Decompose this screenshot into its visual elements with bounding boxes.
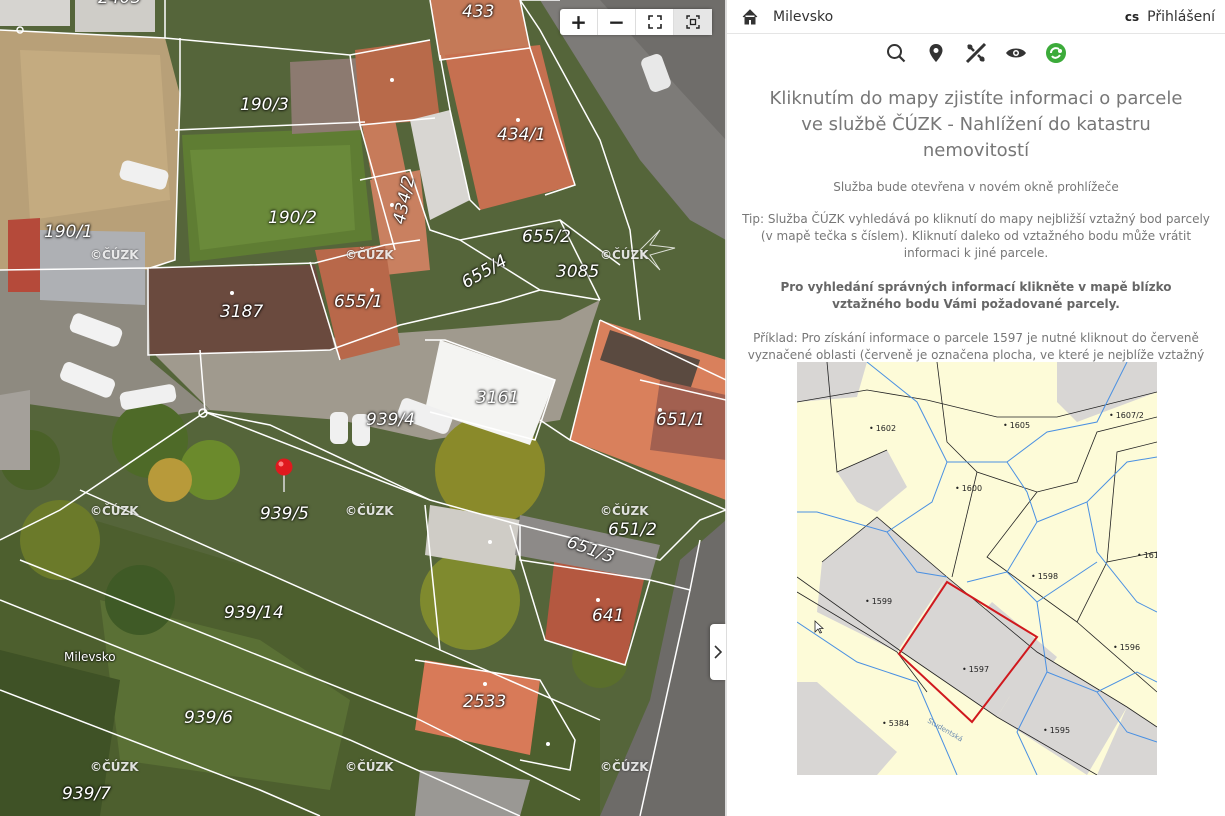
- parcel-label: 939/7: [62, 784, 111, 804]
- parcel-point: 1596: [1113, 643, 1140, 652]
- parcel-point: 1607/2: [1109, 411, 1144, 420]
- map-view[interactable]: 2405 433 190/3 434/1 190/2 434/2 190/1 6…: [0, 0, 726, 816]
- parcel-label: 651/1: [656, 410, 705, 430]
- tool-icons: [727, 42, 1225, 66]
- parcel-point: 1602: [869, 424, 896, 433]
- collapse-panel-button[interactable]: [710, 624, 726, 680]
- panel-header: Milevsko cs Přihlášení: [727, 0, 1225, 34]
- parcel-label: 190/3: [240, 95, 289, 115]
- map-marker-icon[interactable]: [274, 456, 294, 496]
- cuzk-watermark: ©ČÚZK: [90, 760, 139, 774]
- aerial-imagery: [0, 0, 726, 816]
- cuzk-tool[interactable]: [1045, 42, 1067, 64]
- cuzk-watermark: ©ČÚZK: [345, 504, 394, 518]
- parcel-label: 641: [592, 606, 625, 626]
- parcel-label: 190/1: [44, 222, 93, 242]
- parcel-label: 3187: [220, 302, 264, 322]
- login-link[interactable]: Přihlášení: [1147, 9, 1215, 25]
- cuzk-watermark: ©ČÚZK: [345, 248, 394, 262]
- parcel-point: 161: [1137, 551, 1157, 560]
- example-map-drawing: Studentská: [797, 362, 1157, 775]
- search-icon: [887, 44, 906, 63]
- parcel-label: 651/2: [608, 520, 657, 540]
- town-label: Milevsko: [64, 650, 116, 664]
- cuzk-watermark: ©ČÚZK: [600, 760, 649, 774]
- parcel-point: 1599: [865, 597, 892, 606]
- cuzk-watermark: ©ČÚZK: [600, 504, 649, 518]
- parcel-label: 655/1: [334, 292, 383, 312]
- home-icon[interactable]: [741, 8, 759, 26]
- measure-tool[interactable]: [965, 42, 987, 64]
- map-toolbar: + −: [560, 9, 712, 35]
- parcel-label: 434/1: [497, 125, 546, 145]
- location-pin-icon: [929, 44, 943, 62]
- measure-icon: [965, 42, 987, 64]
- zoom-in-button[interactable]: +: [560, 9, 598, 35]
- zoom-extent-button[interactable]: [674, 9, 712, 35]
- zoom-in-label: +: [570, 10, 587, 34]
- side-panel: Milevsko cs Přihlášení Kliknutím do mapy…: [726, 0, 1225, 816]
- eye-icon: [1006, 48, 1026, 58]
- parcel-label: 2405: [98, 0, 141, 8]
- zoom-extent-icon: [686, 15, 700, 29]
- cuzk-logo-icon: [1046, 43, 1066, 63]
- cuzk-watermark: ©ČÚZK: [90, 504, 139, 518]
- parcel-point: 1600: [955, 484, 982, 493]
- cuzk-watermark: ©ČÚZK: [345, 760, 394, 774]
- location-tool[interactable]: [925, 42, 947, 64]
- place-name: Milevsko: [773, 8, 834, 25]
- cuzk-watermark: ©ČÚZK: [600, 248, 649, 262]
- parcel-label: 939/14: [224, 603, 284, 623]
- zoom-out-button[interactable]: −: [598, 9, 636, 35]
- parcel-label: 433: [462, 2, 495, 22]
- parcel-label: 939/5: [260, 504, 309, 524]
- language-switch[interactable]: cs: [1125, 10, 1139, 24]
- parcel-point: 5384: [882, 719, 909, 728]
- app: 2405 433 190/3 434/1 190/2 434/2 190/1 6…: [0, 0, 1225, 816]
- tip-text: Tip: Služba ČÚZK vyhledává po kliknutí d…: [742, 212, 1210, 260]
- parcel-label: 2533: [463, 692, 507, 712]
- parcel-label: 939/4: [366, 410, 415, 430]
- visibility-tool[interactable]: [1005, 42, 1027, 64]
- panel-title: Kliknutím do mapy zjistíte informaci o p…: [769, 88, 1183, 161]
- parcel-label: 655/2: [522, 227, 571, 247]
- parcel-point: 1605: [1003, 421, 1030, 430]
- zoom-out-label: −: [608, 10, 625, 34]
- parcel-label: 3161: [476, 388, 520, 408]
- fullscreen-button[interactable]: [636, 9, 674, 35]
- parcel-label: 190/2: [268, 208, 317, 228]
- example-map-image: Studentská 1602 1605 1607/2 1600 1598 16…: [797, 362, 1157, 775]
- parcel-label: 3085: [556, 262, 600, 282]
- bold-hint: Pro vyhledání správných informací klikně…: [780, 280, 1172, 311]
- parcel-label: 939/6: [184, 708, 233, 728]
- note-window: Služba bude otevřena v novém okně prohlí…: [833, 180, 1119, 194]
- parcel-point: 1595: [1043, 726, 1070, 735]
- cuzk-watermark: ©ČÚZK: [90, 248, 139, 262]
- chevron-right-icon: [714, 645, 722, 659]
- fullscreen-icon: [647, 15, 662, 29]
- cursor-icon: [814, 620, 824, 634]
- parcel-point: 1598: [1031, 572, 1058, 581]
- search-tool[interactable]: [885, 42, 907, 64]
- parcel-point: 1597: [962, 665, 989, 674]
